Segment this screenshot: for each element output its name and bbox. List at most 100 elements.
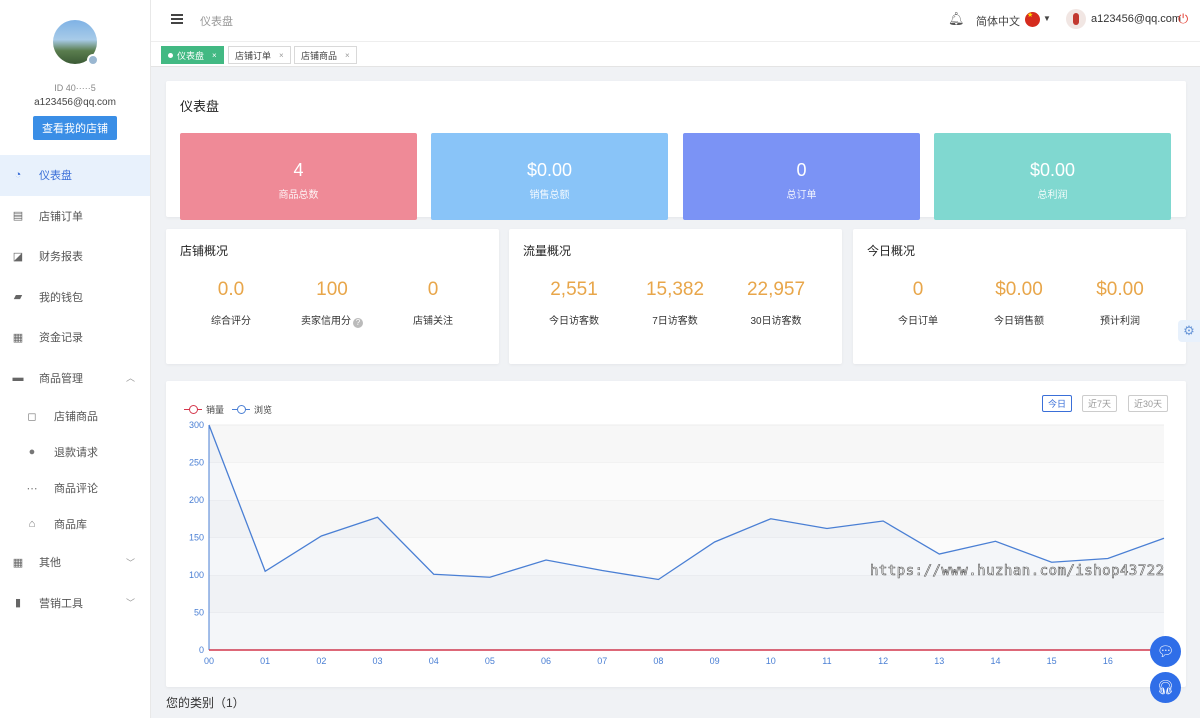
dashboard-icon: ◔ bbox=[14, 169, 22, 182]
sidebar-item-product-management[interactable]: ▬ 商品管理 ︿ bbox=[0, 358, 150, 399]
sidebar-subitem-label: 店铺商品 bbox=[54, 411, 98, 423]
overview-label: 今日订单 bbox=[898, 316, 938, 327]
stat-label: 总订单 bbox=[786, 190, 817, 201]
x-tick-label: 00 bbox=[204, 656, 214, 666]
sidebar-subitem-product-library[interactable]: ⌂ 商品库 bbox=[0, 506, 150, 542]
sidebar-item-shop-orders[interactable]: ▤ 店铺订单 bbox=[0, 196, 150, 237]
y-tick-label: 300 bbox=[189, 420, 204, 430]
sidebar-item-wallet[interactable]: ▰ 我的钱包 bbox=[0, 277, 150, 318]
overview-cell: 15,382 7日访客数 bbox=[625, 279, 725, 327]
close-icon[interactable]: × bbox=[279, 51, 284, 60]
y-tick-label: 50 bbox=[194, 608, 204, 618]
sidebar-subitem-refund-requests[interactable]: ● 退款请求 bbox=[0, 434, 150, 470]
sidebar-menu: ◔ 仪表盘 ▤ 店铺订单 ◪ 财务报表 ▰ 我的钱包 ▦ 资金记录 ▬ 商品管理… bbox=[0, 155, 150, 623]
profile-panel: ID 40·····5 a123456@qq.com 查看我的店铺 bbox=[0, 0, 150, 155]
verified-badge-icon bbox=[87, 54, 99, 66]
chevron-up-icon: ︿ bbox=[125, 373, 135, 384]
china-flag-icon[interactable] bbox=[1025, 11, 1040, 27]
home-icon: ⌂ bbox=[28, 518, 36, 530]
close-icon[interactable]: × bbox=[212, 51, 217, 60]
sidebar-subitem-label: 商品评论 bbox=[54, 483, 98, 495]
y-tick-label: 0 bbox=[199, 645, 204, 655]
comment-icon: ⋯ bbox=[26, 482, 38, 495]
top-header: 仪表盘 🔔︎ 简体中文 ▼ a123456@qq.com ⏻ bbox=[151, 0, 1200, 42]
x-tick-label: 16 bbox=[1103, 656, 1113, 666]
stat-card-sales[interactable]: $0.00 销售总额 bbox=[431, 133, 668, 220]
sidebar-item-label: 资金记录 bbox=[39, 332, 83, 345]
close-icon[interactable]: × bbox=[345, 51, 350, 60]
clipboard-icon: ▤ bbox=[12, 210, 24, 223]
view-my-shop-button[interactable]: 查看我的店铺 bbox=[33, 116, 117, 140]
overview-value: 2,551 bbox=[550, 279, 598, 300]
user-email[interactable]: a123456@qq.com bbox=[1091, 13, 1181, 25]
power-icon[interactable]: ⏻ bbox=[1178, 11, 1188, 27]
overview-value: 100 bbox=[316, 279, 348, 300]
tab-dashboard[interactable]: 仪表盘 × bbox=[161, 46, 224, 64]
x-tick-label: 09 bbox=[710, 656, 720, 666]
sidebar-item-fund-records[interactable]: ▦ 资金记录 bbox=[0, 317, 150, 358]
bell-icon[interactable]: 🔔︎ bbox=[948, 11, 965, 27]
sidebar-item-other[interactable]: ▦ 其他 ﹀ bbox=[0, 542, 150, 583]
overview-value: 15,382 bbox=[645, 279, 705, 300]
stat-value: 4 bbox=[293, 160, 304, 180]
user-avatar[interactable] bbox=[1066, 9, 1086, 29]
stat-value: 0 bbox=[796, 160, 807, 180]
overview-cell: 22,957 30日访客数 bbox=[726, 279, 826, 327]
overview-cell: 2,551 今日访客数 bbox=[524, 279, 624, 327]
avatar[interactable] bbox=[53, 20, 99, 66]
tab-bar: 仪表盘 × 店铺订单 × 店铺商品 × bbox=[151, 42, 1200, 67]
sidebar-item-label: 商品管理 bbox=[39, 372, 83, 385]
chevron-down-icon: ﹀ bbox=[125, 557, 135, 568]
sidebar-item-dashboard[interactable]: ◔ 仪表盘 bbox=[0, 155, 150, 196]
x-tick-label: 12 bbox=[878, 656, 888, 666]
tab-label: 仪表盘 bbox=[177, 50, 205, 61]
stat-card-profit[interactable]: $0.00 总利润 bbox=[934, 133, 1171, 220]
overview-cell: 0 今日订单 bbox=[868, 279, 968, 327]
card-title: 今日概况 bbox=[867, 244, 916, 258]
overview-value: 0 bbox=[912, 279, 924, 300]
overview-value: 0 bbox=[427, 279, 439, 300]
overview-value: $0.00 bbox=[995, 279, 1043, 300]
chevron-down-icon: ﹀ bbox=[125, 598, 135, 609]
x-tick-label: 05 bbox=[485, 656, 495, 666]
grid-band bbox=[209, 462, 1164, 500]
sidebar-subitem-product-reviews[interactable]: ⋯ 商品评论 bbox=[0, 470, 150, 506]
sidebar-item-financial-reports[interactable]: ◪ 财务报表 bbox=[0, 236, 150, 277]
active-dot-icon bbox=[168, 52, 173, 58]
y-tick-label: 200 bbox=[189, 495, 204, 505]
stat-card-products[interactable]: 4 商品总数 bbox=[180, 133, 417, 220]
help-icon[interactable]: ? bbox=[353, 318, 363, 328]
headset-icon[interactable]: 🎧︎ bbox=[1150, 672, 1181, 703]
x-tick-label: 08 bbox=[653, 656, 663, 666]
sidebar-item-marketing-tools[interactable]: ▮ 营销工具 ﹀ bbox=[0, 583, 150, 624]
sidebar-item-label: 我的钱包 bbox=[39, 291, 83, 304]
bar-chart-icon: ▮ bbox=[14, 597, 22, 610]
overview-label: 今日销售额 bbox=[994, 316, 1044, 327]
overview-cell: 0 店铺关注 bbox=[383, 279, 483, 327]
breadcrumb: 仪表盘 bbox=[200, 16, 233, 28]
card-title: 流量概况 bbox=[523, 244, 572, 258]
settings-gear-icon[interactable]: ⚙ bbox=[1178, 320, 1200, 342]
caret-down-icon[interactable]: ▼ bbox=[1043, 14, 1051, 23]
x-tick-label: 04 bbox=[429, 656, 439, 666]
stat-label: 销售总额 bbox=[529, 190, 570, 201]
overview-label: 综合评分 bbox=[211, 316, 251, 327]
bag-icon: ◻ bbox=[27, 410, 37, 423]
sidebar-item-label: 营销工具 bbox=[39, 597, 83, 610]
chat-icon[interactable]: 💬︎ bbox=[1150, 636, 1181, 667]
today-overview-card: 今日概况 0 今日订单 $0.00 今日销售额 $0.00 预计利润 bbox=[853, 229, 1186, 364]
menu-toggle-icon[interactable] bbox=[171, 14, 183, 26]
stat-card-orders[interactable]: 0 总订单 bbox=[683, 133, 920, 220]
language-selector[interactable]: 简体中文 bbox=[976, 13, 1020, 29]
x-tick-label: 06 bbox=[541, 656, 551, 666]
dashboard-card: 仪表盘 4 商品总数 $0.00 销售总额 0 总订单 $0.00 总利润 bbox=[166, 81, 1186, 220]
overview-value: 22,957 bbox=[746, 279, 806, 300]
stat-value: $0.00 bbox=[1029, 160, 1076, 180]
overview-label: 预计利润 bbox=[1100, 316, 1140, 327]
tab-shop-products[interactable]: 店铺商品 × bbox=[294, 46, 357, 64]
overview-cell: 100 卖家信用分? bbox=[282, 279, 382, 328]
tab-shop-orders[interactable]: 店铺订单 × bbox=[228, 46, 291, 64]
sidebar-subitem-shop-products[interactable]: ◻ 店铺商品 bbox=[0, 398, 150, 434]
tab-label: 店铺订单 bbox=[235, 50, 272, 61]
overview-label: 卖家信用分? bbox=[282, 312, 382, 328]
